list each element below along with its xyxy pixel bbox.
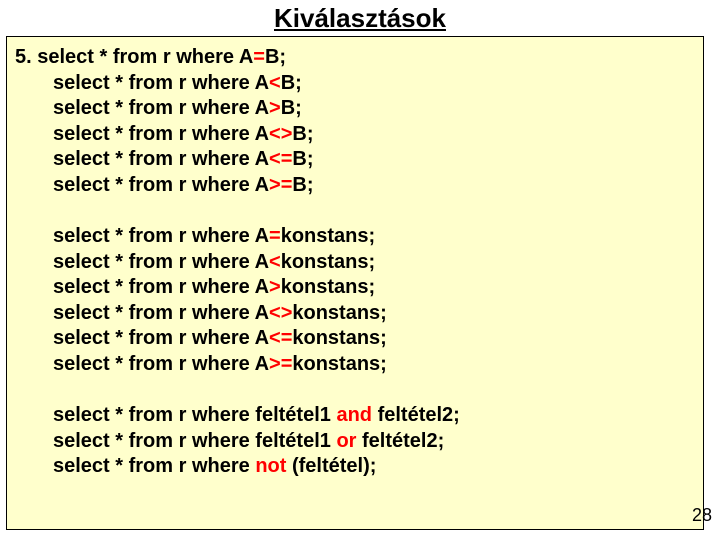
slide-title: Kiválasztások <box>0 0 720 34</box>
operator: <> <box>269 123 292 145</box>
code-line: select * from r where A>=B; <box>11 173 699 199</box>
code-line: select * from r where feltétel1 and felt… <box>11 403 699 429</box>
operator: > <box>269 97 281 119</box>
operator: > <box>269 276 281 298</box>
operator: <= <box>269 327 292 349</box>
code-line: select * from r where A<>konstans; <box>11 301 699 327</box>
operator: = <box>269 225 281 247</box>
operator: < <box>269 72 281 94</box>
operator: >= <box>269 174 292 196</box>
code-line: select * from r where A>konstans; <box>11 275 699 301</box>
spacer <box>11 377 699 403</box>
keyword: or <box>336 430 356 452</box>
code-line: select * from r where A=konstans; <box>11 224 699 250</box>
keyword: not <box>255 455 286 477</box>
code-line: select * from r where feltétel1 or felté… <box>11 429 699 455</box>
code-line: 5. select * from r where A=B; <box>11 45 699 71</box>
operator: >= <box>269 353 292 375</box>
list-number: 5. <box>15 46 37 68</box>
code-line: select * from r where A<>B; <box>11 122 699 148</box>
page-number: 28 <box>692 505 712 526</box>
code-line: select * from r where A>B; <box>11 96 699 122</box>
spacer <box>11 198 699 224</box>
operator: <> <box>269 302 292 324</box>
code-line: select * from r where A>=konstans; <box>11 352 699 378</box>
code-box: 5. select * from r where A=B; select * f… <box>6 36 704 530</box>
code-line: select * from r where A<=B; <box>11 147 699 173</box>
code-line: select * from r where A<=konstans; <box>11 326 699 352</box>
operator: = <box>253 46 265 68</box>
code-line: select * from r where A<B; <box>11 71 699 97</box>
keyword: and <box>336 404 372 426</box>
code-line: select * from r where A<konstans; <box>11 250 699 276</box>
operator: < <box>269 251 281 273</box>
code-line: select * from r where not (feltétel); <box>11 454 699 480</box>
slide: Kiválasztások 5. select * from r where A… <box>0 0 720 540</box>
operator: <= <box>269 148 292 170</box>
